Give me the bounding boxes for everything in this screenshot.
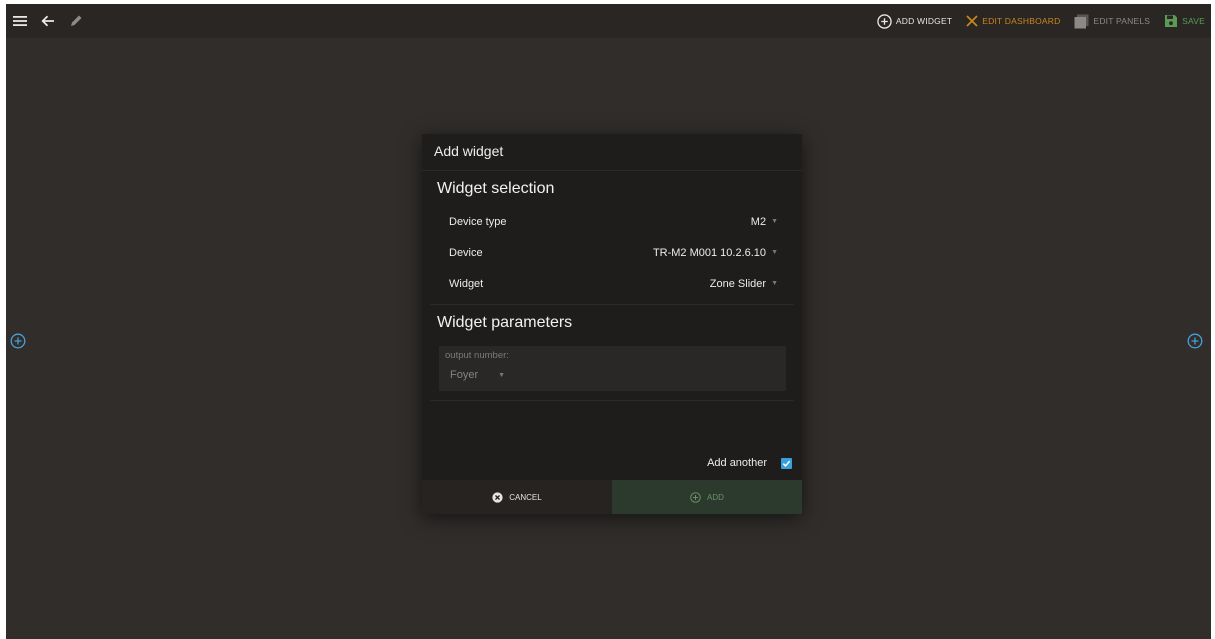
edit-panels-button[interactable]: EDIT PANELS: [1074, 14, 1150, 29]
panels-icon: [1074, 14, 1089, 28]
cancel-circle-icon: [492, 491, 503, 503]
save-label: SAVE: [1182, 16, 1205, 26]
add-label: ADD: [707, 492, 724, 502]
dialog-footer: CANCEL ADD: [422, 480, 802, 514]
output-number-select[interactable]: Foyer ▼: [445, 369, 780, 381]
plus-circle-icon: [877, 13, 892, 29]
device-select[interactable]: TR-M2 M001 10.2.6.10 ▼: [653, 247, 778, 259]
dialog-title: Add widget: [422, 134, 802, 171]
chevron-down-icon: ▼: [771, 249, 778, 256]
widget-selection-heading: Widget selection: [437, 180, 555, 197]
toolbar-left: [6, 4, 90, 38]
check-icon: [782, 460, 791, 467]
widget-label: Widget: [449, 277, 484, 290]
device-type-row: Device type M2 ▼: [422, 206, 802, 237]
arrow-left-icon[interactable]: [34, 7, 62, 35]
pencil-icon[interactable]: [62, 7, 90, 35]
device-row: Device TR-M2 M001 10.2.6.10 ▼: [422, 237, 802, 268]
top-toolbar: ADD WIDGET EDIT DASHBOARD EDIT PANELS SA…: [6, 4, 1211, 38]
add-widget-dialog: Add widget Widget selection Device type …: [422, 134, 802, 514]
save-button[interactable]: SAVE: [1164, 14, 1205, 28]
dashboard-app: ADD WIDGET EDIT DASHBOARD EDIT PANELS SA…: [6, 4, 1211, 639]
add-another-label: Add another: [707, 457, 767, 469]
add-left-icon[interactable]: [10, 333, 26, 349]
output-number-label: output number:: [445, 350, 509, 361]
add-button[interactable]: ADD: [612, 480, 802, 514]
widget-select[interactable]: Zone Slider ▼: [710, 278, 778, 290]
toolbar-actions: ADD WIDGET EDIT DASHBOARD EDIT PANELS SA…: [863, 4, 1211, 38]
widget-value: Zone Slider: [709, 277, 767, 290]
close-icon: [966, 15, 978, 27]
edit-dashboard-button[interactable]: EDIT DASHBOARD: [966, 15, 1060, 27]
device-value: TR-M2 M001 10.2.6.10: [652, 246, 767, 259]
add-widget-label: ADD WIDGET: [895, 16, 953, 26]
menu-icon[interactable]: [6, 7, 34, 35]
plus-circle-icon: [690, 491, 701, 503]
widget-parameters-heading: Widget parameters: [437, 314, 573, 331]
device-label: Device: [449, 246, 483, 259]
edit-dashboard-label: EDIT DASHBOARD: [982, 16, 1061, 26]
output-number-value: Foyer: [450, 369, 479, 381]
output-number-field[interactable]: output number: Foyer ▼: [439, 346, 786, 391]
add-another-row: Add another: [422, 453, 802, 473]
chevron-down-icon: ▼: [771, 280, 778, 287]
add-right-icon[interactable]: [1187, 333, 1203, 349]
add-widget-button[interactable]: ADD WIDGET: [877, 13, 953, 29]
chevron-down-icon: ▼: [498, 371, 506, 379]
widget-row: Widget Zone Slider ▼: [422, 268, 802, 299]
cancel-label: CANCEL: [509, 492, 542, 502]
edit-panels-label: EDIT PANELS: [1093, 16, 1151, 26]
device-type-select[interactable]: M2 ▼: [751, 216, 778, 228]
chevron-down-icon: ▼: [771, 218, 778, 225]
add-another-checkbox[interactable]: [781, 457, 792, 469]
device-type-label: Device type: [449, 215, 507, 228]
cancel-button[interactable]: CANCEL: [422, 480, 612, 514]
save-icon: [1165, 15, 1178, 27]
device-type-value: M2: [750, 215, 767, 228]
divider: [430, 400, 794, 401]
